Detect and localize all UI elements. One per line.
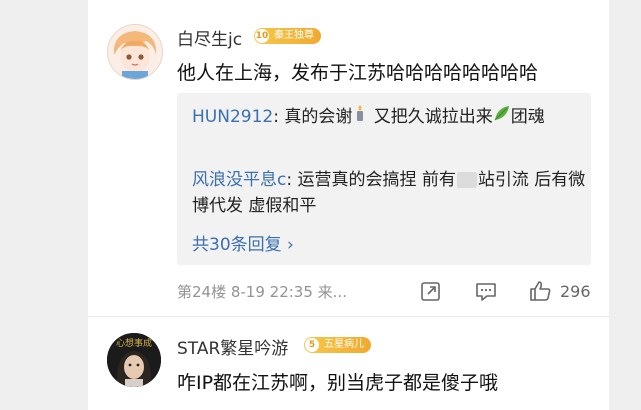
avatar[interactable]	[107, 24, 163, 80]
reply-item: 风浪没平息c: 运营真的会搞捏 前有 站引流 后有微博代发 虚假和平	[192, 170, 586, 216]
blurred-text	[456, 172, 477, 188]
reply-username[interactable]: 风浪没平息c	[192, 170, 286, 190]
badge-level: 5	[305, 338, 319, 352]
badge-label: 秦王独尊	[274, 30, 314, 41]
badge-level: 10	[255, 29, 269, 43]
anime-girl-avatar-icon	[108, 25, 162, 79]
comment-username[interactable]: 白尽生jc	[177, 25, 242, 50]
comment-username[interactable]: STAR繁星吟游	[177, 334, 288, 359]
comment-divider	[88, 316, 609, 317]
reply-text: 真的会谢	[278, 107, 353, 127]
leaf-emoji-icon	[493, 104, 511, 130]
reply-username[interactable]: HUN2912	[192, 107, 273, 127]
thumbs-up-icon[interactable]	[529, 280, 553, 302]
comment-meta: 第24楼 8-19 22:35 来...	[177, 283, 347, 301]
fan-level-badge[interactable]: 5 五星病儿	[304, 337, 371, 353]
comment-content: 他人在上海，发布于江苏哈哈哈哈哈哈哈哈	[177, 62, 539, 84]
comment-content: 咋IP都在江苏啊，别当虎子都是傻子哦	[177, 372, 499, 394]
badge-label: 五星病儿	[324, 339, 364, 350]
fan-level-badge[interactable]: 10 秦王独尊	[254, 28, 321, 44]
reply-preview-box[interactable]: HUN2912: 真的会谢 又把久诚拉出来 团魂 风浪没平息c: 运营真的会搞捏 …	[177, 93, 591, 265]
avatar[interactable]: 心想事成	[107, 333, 161, 387]
avatar-caption: 心想事成	[115, 339, 152, 349]
share-icon[interactable]	[420, 280, 442, 302]
like-count: 296	[560, 282, 591, 301]
view-all-replies-link[interactable]: 共30条回复 ›	[192, 230, 294, 255]
candle-emoji-icon	[352, 104, 368, 130]
reply-text: 团魂	[510, 107, 545, 127]
reply-text: 又把久诚拉出来	[368, 107, 493, 127]
comment-icon[interactable]	[475, 280, 497, 302]
reply-item: HUN2912: 真的会谢 又把久诚拉出来 团魂	[192, 104, 587, 130]
reply-text: 运营真的会搞捏 前有	[292, 170, 456, 190]
